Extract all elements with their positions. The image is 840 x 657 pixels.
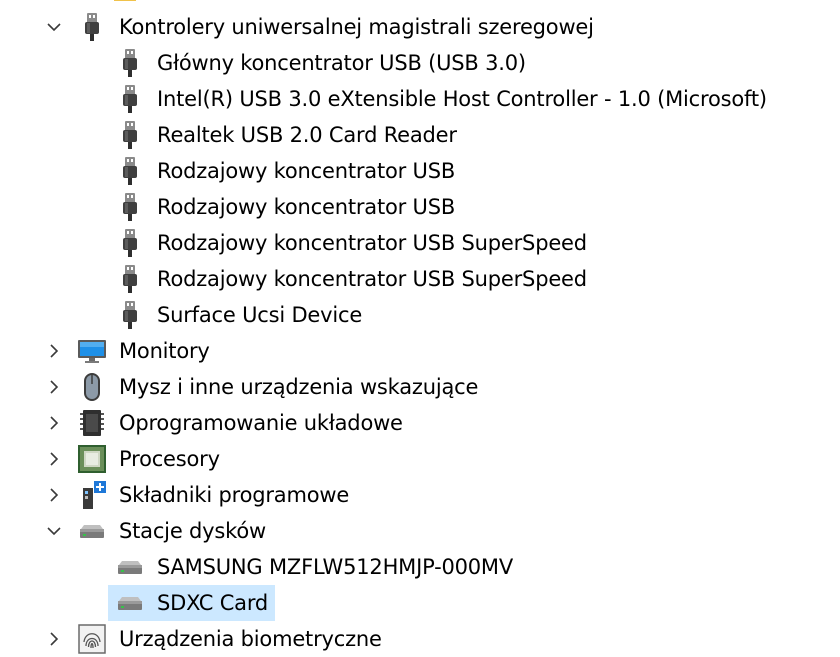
tree-item-label: Główny koncentrator USB (USB 3.0): [157, 51, 526, 75]
tree-item-label: Oprogramowanie układowe: [119, 411, 403, 435]
firmware-chip-icon: [77, 408, 107, 438]
tree-item-firmware[interactable]: Oprogramowanie układowe: [0, 405, 840, 441]
software-component-icon: [77, 480, 107, 510]
chevron-right-icon[interactable]: [44, 341, 64, 361]
tree-item-label: Surface Ucsi Device: [157, 303, 363, 327]
tree-item-disk-child-selected[interactable]: SDXC Card: [0, 585, 840, 621]
chevron-down-icon[interactable]: [44, 521, 64, 541]
tree-item-label: Stacje dysków: [119, 519, 266, 543]
disk-drive-icon: [77, 516, 107, 546]
usb-connector-icon: [77, 12, 107, 42]
tree-item-label: Kontrolery uniwersalnej magistrali szere…: [119, 15, 594, 39]
chevron-right-icon[interactable]: [44, 449, 64, 469]
usb-connector-icon: [115, 228, 145, 258]
tree-item-disk-drives[interactable]: Stacje dysków: [0, 513, 840, 549]
tree-item-label: Mysz i inne urządzenia wskazujące: [119, 375, 479, 399]
tree-item-usb-child[interactable]: Główny koncentrator USB (USB 3.0): [0, 45, 840, 81]
tree-item-label: Rodzajowy koncentrator USB SuperSpeed: [157, 267, 587, 291]
fingerprint-icon: [77, 624, 107, 654]
tree-item-label: SAMSUNG MZFLW512HMJP-000MV: [157, 555, 514, 579]
tree-item-processors[interactable]: Procesory: [0, 441, 840, 477]
tree-item-label: SDXC Card: [157, 591, 269, 615]
tree-item-label: Realtek USB 2.0 Card Reader: [157, 123, 457, 147]
chevron-right-icon[interactable]: [44, 413, 64, 433]
tree-item-label: Procesory: [119, 447, 220, 471]
tree-item-usb-child[interactable]: Intel(R) USB 3.0 eXtensible Host Control…: [0, 81, 840, 117]
tree-item-label: Składniki programowe: [119, 483, 350, 507]
tree-item-usb-child[interactable]: Realtek USB 2.0 Card Reader: [0, 117, 840, 153]
tree-item-label: Intel(R) USB 3.0 eXtensible Host Control…: [157, 87, 767, 111]
tree-item-monitors[interactable]: Monitory: [0, 333, 840, 369]
tree-item-label: Rodzajowy koncentrator USB: [157, 195, 456, 219]
chevron-right-icon[interactable]: [44, 377, 64, 397]
tree-item-label: Urządzenia biometryczne: [119, 627, 382, 651]
tree-item-software-components[interactable]: Składniki programowe: [0, 477, 840, 513]
processor-icon: [77, 444, 107, 474]
tree-item-label: Monitory: [119, 339, 210, 363]
disk-drive-icon: [115, 588, 145, 618]
chevron-right-icon[interactable]: [44, 485, 64, 505]
chevron-down-icon[interactable]: [44, 17, 64, 37]
usb-connector-icon: [115, 84, 145, 114]
monitor-icon: [77, 336, 107, 366]
mouse-icon: [77, 372, 107, 402]
device-tree: Kontrolery uniwersalnej magistrali szere…: [0, 0, 840, 657]
device-icon: [112, 0, 146, 4]
usb-connector-icon: [115, 300, 145, 330]
tree-item-usb-child[interactable]: Rodzajowy koncentrator USB: [0, 189, 840, 225]
tree-item-usb-child[interactable]: Surface Ucsi Device: [0, 297, 840, 333]
tree-item-mice[interactable]: Mysz i inne urządzenia wskazujące: [0, 369, 840, 405]
disk-drive-icon: [115, 552, 145, 582]
usb-connector-icon: [115, 264, 145, 294]
chevron-right-icon[interactable]: [44, 629, 64, 649]
usb-connector-icon: [115, 48, 145, 78]
tree-item-usb-child[interactable]: Rodzajowy koncentrator USB SuperSpeed: [0, 261, 840, 297]
usb-connector-icon: [115, 192, 145, 222]
usb-connector-icon: [115, 156, 145, 186]
tree-item-biometric[interactable]: Urządzenia biometryczne: [0, 621, 840, 657]
tree-item-usb-child[interactable]: Rodzajowy koncentrator USB SuperSpeed: [0, 225, 840, 261]
tree-item-label: Rodzajowy koncentrator USB: [157, 159, 456, 183]
usb-connector-icon: [115, 120, 145, 150]
tree-item-disk-child[interactable]: SAMSUNG MZFLW512HMJP-000MV: [0, 549, 840, 585]
tree-item-usb-child[interactable]: Rodzajowy koncentrator USB: [0, 153, 840, 189]
tree-item-label: Rodzajowy koncentrator USB SuperSpeed: [157, 231, 587, 255]
tree-item-usb-controllers[interactable]: Kontrolery uniwersalnej magistrali szere…: [0, 9, 840, 45]
